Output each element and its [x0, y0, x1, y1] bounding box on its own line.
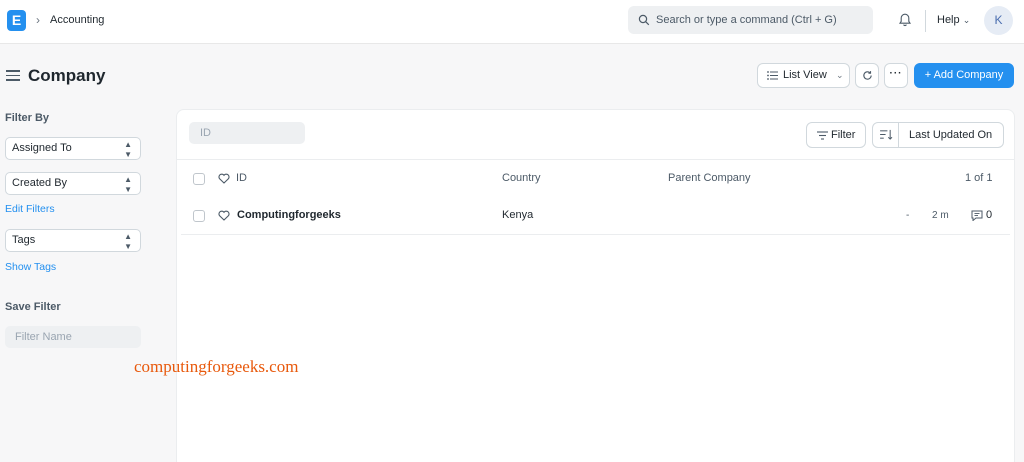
sidebar-toggle-icon[interactable] [6, 70, 20, 81]
chevron-right-icon: › [36, 13, 40, 27]
watermark-text: computingforgeeks.com [134, 357, 299, 376]
show-tags-link[interactable]: Show Tags [5, 261, 56, 273]
refresh-button[interactable] [855, 63, 879, 88]
filter-by-heading: Filter By [5, 112, 50, 124]
record-count: 1 of 1 [965, 172, 993, 184]
more-actions-button[interactable]: ··· [884, 63, 908, 88]
row-divider [181, 234, 1010, 235]
app-logo-icon[interactable]: E [7, 10, 26, 31]
column-header-id: ID [236, 172, 247, 184]
filter-label: Filter [831, 129, 856, 141]
row-modified-time: 2 m [932, 210, 949, 221]
row-checkbox[interactable] [193, 210, 205, 222]
row-company-name-link[interactable]: Computingforgeeks [237, 209, 341, 221]
help-dropdown[interactable]: Help ⌄ [937, 14, 970, 26]
list-view-label: List View [783, 69, 827, 81]
filter-button[interactable]: Filter [806, 122, 866, 148]
row-country: Kenya [502, 209, 534, 221]
id-filter-input[interactable]: ID [189, 122, 305, 144]
search-icon [638, 14, 650, 26]
list-icon [767, 71, 778, 80]
tags-label: Tags [12, 234, 36, 246]
list-card: ID Filter Last Updated On ID Country Par… [176, 109, 1015, 462]
created-by-select[interactable]: Created By ▲ ▼ [5, 172, 141, 195]
toolbar-divider [177, 159, 1014, 160]
navbar-divider [925, 10, 926, 32]
created-by-label: Created By [12, 177, 68, 189]
page-title: Company [28, 66, 106, 85]
select-arrows-icon: ▲ ▼ [124, 175, 132, 194]
row-parent-company: - [906, 210, 910, 221]
sort-descending-icon [880, 129, 893, 140]
select-all-checkbox[interactable] [193, 173, 205, 185]
search-input[interactable]: Search or type a command (Ctrl + G) [628, 6, 873, 34]
column-header-country: Country [502, 172, 541, 184]
heart-icon[interactable] [218, 210, 230, 221]
edit-filters-link[interactable]: Edit Filters [5, 203, 55, 215]
column-header-parent-company: Parent Company [668, 172, 751, 184]
search-placeholder: Search or type a command (Ctrl + G) [656, 14, 837, 26]
breadcrumb-accounting[interactable]: Accounting [50, 14, 104, 26]
comment-icon [971, 210, 983, 221]
filter-name-input[interactable]: Filter Name [5, 326, 141, 348]
avatar[interactable]: K [984, 6, 1013, 35]
navbar: E › Accounting Search or type a command … [0, 0, 1024, 44]
assigned-to-label: Assigned To [12, 142, 72, 154]
heart-icon[interactable] [218, 173, 230, 184]
refresh-icon [862, 71, 872, 80]
tags-select[interactable]: Tags ▲ ▼ [5, 229, 141, 252]
sort-order-button[interactable] [873, 123, 899, 147]
save-filter-heading: Save Filter [5, 301, 61, 313]
assigned-to-select[interactable]: Assigned To ▲ ▼ [5, 137, 141, 160]
filter-icon [817, 131, 828, 140]
sort-field-button[interactable]: Last Updated On [909, 123, 992, 147]
list-view-button[interactable]: List View ⌄ [757, 63, 850, 88]
add-company-button[interactable]: + Add Company [914, 63, 1014, 88]
select-arrows-icon: ▲ ▼ [124, 140, 132, 159]
notification-bell-icon[interactable] [897, 12, 913, 28]
select-arrows-icon: ▲ ▼ [124, 232, 132, 251]
sort-selector: Last Updated On [872, 122, 1004, 148]
help-label: Help [937, 14, 960, 26]
chevron-down-icon: ⌄ [836, 70, 844, 80]
chevron-down-icon: ⌄ [962, 15, 971, 25]
row-comment-count: 0 [986, 209, 993, 221]
